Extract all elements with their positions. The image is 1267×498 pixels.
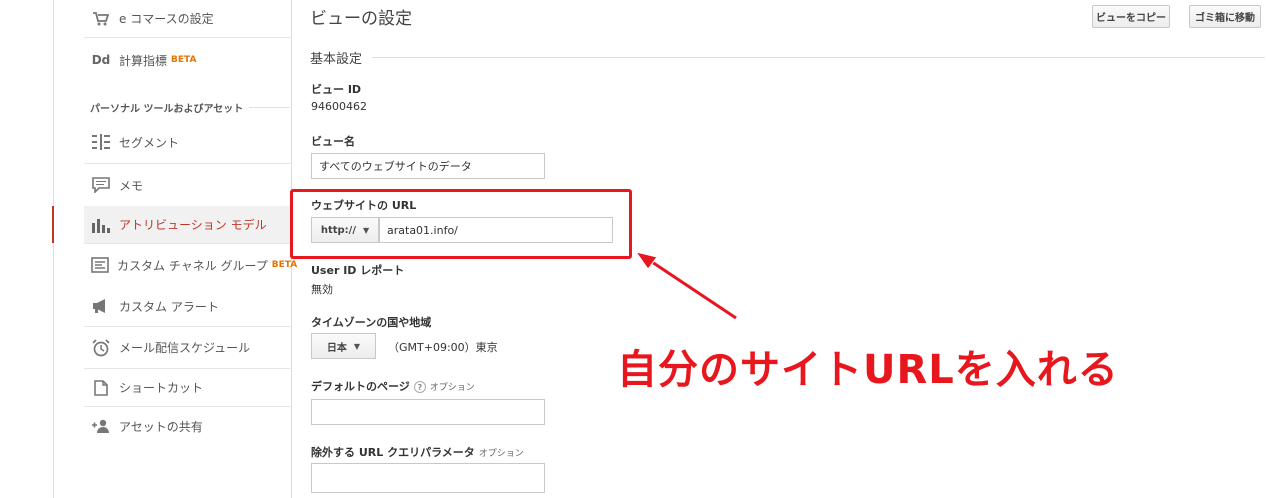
megaphone-icon: [91, 297, 111, 315]
section-basic-settings: 基本設定: [310, 48, 1265, 67]
attribution-chart-icon: [91, 216, 111, 234]
optional-tag: オプション: [429, 383, 475, 393]
country-dropdown[interactable]: 日本 ▼: [311, 333, 376, 359]
timezone-value: （GMT+09:00）東京: [388, 341, 498, 354]
add-user-icon: [91, 417, 111, 435]
country-value: 日本: [326, 342, 347, 354]
beta-badge: BETA: [171, 55, 197, 65]
annotation-arrow-icon: [634, 251, 738, 321]
sidebar-item-shortcuts[interactable]: ショートカット: [84, 369, 292, 407]
default-page-label: デフォルトのページ? オプション: [311, 380, 475, 393]
left-panel-divider: [53, 0, 54, 498]
default-page-input[interactable]: [311, 399, 545, 425]
cart-icon: [91, 10, 111, 28]
sidebar-item-attribution-model[interactable]: アトリビューション モデル: [52, 206, 292, 244]
sidebar-item-label: アセットの共有: [119, 419, 203, 434]
channel-group-icon: [91, 256, 109, 274]
annotation-text: 自分のサイトURLを入れる: [617, 347, 1119, 393]
sidebar-item-label: メール配信スケジュール: [119, 341, 251, 355]
sidebar-item-calculated-metrics[interactable]: Dd 計算指標 BETA: [84, 38, 292, 82]
beta-badge: BETA: [271, 260, 298, 270]
note-icon: [91, 176, 111, 194]
sidebar-item-label: カスタム アラート: [119, 299, 219, 314]
exclude-query-params-textarea[interactable]: [311, 463, 545, 493]
userid-report-value: 無効: [311, 283, 333, 296]
document-icon: [91, 379, 111, 397]
view-id-value: 94600462: [311, 100, 367, 113]
sidebar-item-custom-alerts[interactable]: カスタム アラート: [84, 286, 292, 327]
chevron-down-icon: ▼: [353, 341, 361, 351]
sidebar-item-label: ショートカット: [119, 381, 204, 395]
page-title: ビューの設定: [310, 9, 412, 29]
sidebar-item-ecommerce[interactable]: e コマースの設定: [84, 0, 292, 38]
view-id-label: ビュー ID: [311, 83, 362, 96]
sidebar-item-label: アトリビューション モデル: [119, 218, 267, 232]
userid-report-label: User ID レポート: [311, 264, 405, 277]
sidebar: e コマースの設定 Dd 計算指標 BETA パーソナル ツールおよびアセット …: [52, 0, 297, 498]
dd-icon: Dd: [91, 53, 111, 67]
sidebar-item-label: セグメント: [119, 135, 180, 150]
sidebar-item-label: カスタム チャネル グループ: [117, 258, 268, 273]
sidebar-item-segments[interactable]: セグメント: [84, 121, 292, 164]
move-to-trash-button[interactable]: ゴミ箱に移動: [1189, 5, 1261, 28]
sidebar-item-label: e コマースの設定: [119, 12, 214, 26]
copy-view-button[interactable]: ビューをコピー: [1092, 5, 1170, 28]
sidebar-section-title: パーソナル ツールおよびアセット: [90, 100, 290, 115]
view-name-input[interactable]: すべてのウェブサイトのデータ: [311, 153, 545, 179]
sidebar-item-label: メモ: [119, 178, 144, 193]
segments-icon: [91, 133, 111, 151]
sidebar-item-custom-channel-groups[interactable]: カスタム チャネル グループ BETA: [84, 244, 297, 286]
annotation-highlight-box: [290, 189, 632, 259]
optional-tag: オプション: [478, 449, 524, 459]
alarm-clock-icon: [91, 338, 111, 357]
timezone-label: タイムゾーンの国や地域: [311, 316, 432, 329]
sidebar-item-email-schedule[interactable]: メール配信スケジュール: [84, 327, 292, 369]
help-icon[interactable]: ?: [413, 381, 426, 393]
sidebar-item-asset-sharing[interactable]: アセットの共有: [84, 407, 292, 445]
exclude-query-params-label: 除外する URL クエリパラメータ オプション: [311, 446, 524, 459]
sidebar-item-notes[interactable]: メモ: [84, 164, 292, 206]
view-name-label: ビュー名: [311, 135, 355, 148]
sidebar-item-label: 計算指標: [119, 53, 168, 68]
